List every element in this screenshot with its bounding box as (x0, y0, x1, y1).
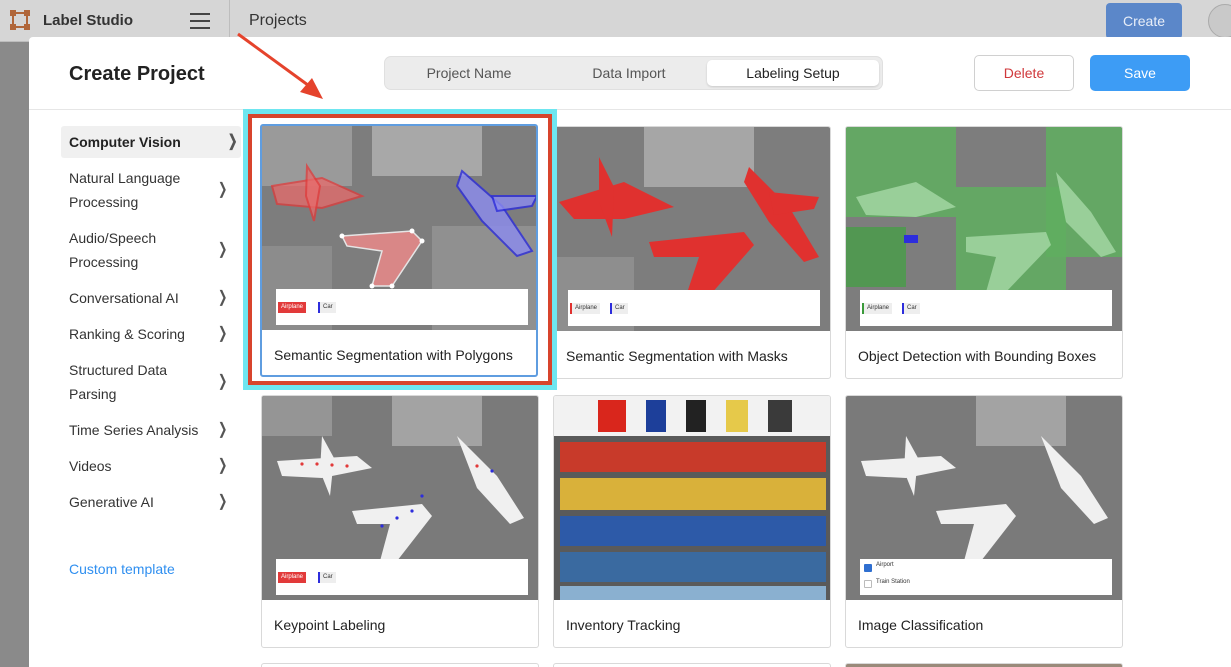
template-thumbnail: Airplane Car (262, 396, 538, 600)
template-card-inventory[interactable]: Inventory Tracking (553, 395, 831, 648)
sidebar-item-ranking-scoring[interactable]: Ranking & Scoring ❯ (61, 322, 231, 346)
sidebar-item-generative-ai[interactable]: Generative AI ❯ (61, 490, 231, 514)
chip-airplane: Airplane (278, 572, 307, 583)
chip-airplane: Airplane (862, 303, 893, 314)
template-card-partial[interactable] (261, 663, 539, 667)
chevron-right-icon: ❯ (227, 133, 237, 150)
chevron-right-icon: ❯ (217, 289, 227, 306)
template-title: Semantic Segmentation with Masks (566, 348, 788, 364)
breadcrumb[interactable]: Projects (249, 12, 307, 30)
modal-title: Create Project (69, 63, 205, 85)
menu-icon[interactable] (190, 13, 210, 29)
checkbox-icon (864, 580, 872, 588)
template-card-bounding-boxes[interactable]: Airplane Car Object Detection with Bound… (845, 126, 1123, 379)
tab-data-import[interactable]: Data Import (549, 60, 709, 86)
choice-train-station: Train Station (876, 579, 910, 585)
template-thumbnail: Airplane Car (554, 127, 830, 331)
template-title: Keypoint Labeling (274, 617, 386, 633)
template-title: Inventory Tracking (566, 617, 681, 633)
delete-button[interactable]: Delete (974, 55, 1074, 91)
sidebar-item-time-series[interactable]: Time Series Analysis ❯ (61, 418, 231, 442)
template-title: Image Classification (858, 617, 984, 633)
sidebar-item-label: Videos (69, 458, 112, 474)
app-header: Label Studio Projects Create (0, 0, 1231, 42)
sidebar-item-label: Computer Vision (69, 134, 181, 150)
chevron-right-icon: ❯ (217, 373, 227, 390)
sidebar-item-label: Time Series Analysis (69, 422, 199, 438)
checkbox-checked-icon (864, 564, 872, 572)
sidebar-item-label: Audio/Speech Processing (69, 230, 157, 270)
template-card-classification[interactable]: Airport Train Station Image Classificati… (845, 395, 1123, 648)
step-tabs: Project Name Data Import Labeling Setup (384, 56, 883, 90)
template-thumbnail: Airport Train Station (846, 396, 1122, 600)
tab-labeling-setup[interactable]: Labeling Setup (707, 60, 879, 86)
template-card-partial[interactable] (553, 663, 831, 667)
avatar[interactable] (1208, 4, 1231, 38)
highlight-frame-red (248, 114, 552, 385)
choice-airport: Airport (876, 562, 894, 568)
chevron-right-icon: ❯ (217, 457, 227, 474)
tab-project-name[interactable]: Project Name (389, 60, 549, 86)
chevron-right-icon: ❯ (217, 493, 227, 510)
template-card-keypoints[interactable]: Airplane Car Keypoint Labeling (261, 395, 539, 648)
modal-divider (29, 109, 1231, 110)
template-thumbnail (554, 396, 830, 600)
chip-airplane: Airplane (570, 303, 601, 314)
label-studio-logo-icon (10, 10, 30, 30)
chip-car: Car (902, 303, 920, 314)
sidebar-item-computer-vision[interactable]: Computer Vision ❯ (61, 126, 241, 158)
chevron-right-icon: ❯ (217, 325, 227, 342)
template-card-partial[interactable] (845, 663, 1123, 667)
arrow-annotation-icon (237, 32, 323, 99)
save-button[interactable]: Save (1090, 55, 1190, 91)
sidebar-item-label: Conversational AI (69, 290, 179, 306)
sidebar-item-structured-data[interactable]: Structured Data Parsing ❯ (61, 358, 231, 406)
sidebar-item-label: Structured Data Parsing (69, 362, 168, 402)
create-project-button[interactable]: Create (1106, 3, 1182, 39)
chip-car: Car (610, 303, 628, 314)
template-title: Object Detection with Bounding Boxes (858, 348, 1097, 364)
chevron-right-icon: ❯ (217, 241, 227, 258)
sidebar-item-audio-speech[interactable]: Audio/Speech Processing ❯ (61, 226, 231, 274)
template-thumbnail: Airplane Car (846, 127, 1122, 331)
app-name: Label Studio (43, 12, 133, 29)
sidebar-item-label: Natural Language Processing (69, 170, 181, 210)
sidebar-item-nlp[interactable]: Natural Language Processing ❯ (61, 166, 231, 214)
chip-car: Car (318, 572, 336, 583)
chevron-right-icon: ❯ (217, 421, 227, 438)
label-bar: Airplane Car (568, 290, 820, 326)
sidebar-item-label: Generative AI (69, 494, 154, 510)
chevron-right-icon: ❯ (217, 181, 227, 198)
label-bar: Airplane Car (276, 559, 528, 595)
create-project-modal: Create Project Project Name Data Import … (29, 37, 1231, 667)
label-bar: Airport Train Station (860, 559, 1112, 595)
template-card-masks[interactable]: Airplane Car Semantic Segmentation with … (553, 126, 831, 379)
label-bar: Airplane Car (860, 290, 1112, 326)
sidebar-item-conversational-ai[interactable]: Conversational AI ❯ (61, 286, 231, 310)
sidebar-item-label: Ranking & Scoring (69, 326, 185, 342)
custom-template-link[interactable]: Custom template (69, 561, 175, 577)
sidebar-item-videos[interactable]: Videos ❯ (61, 454, 231, 478)
